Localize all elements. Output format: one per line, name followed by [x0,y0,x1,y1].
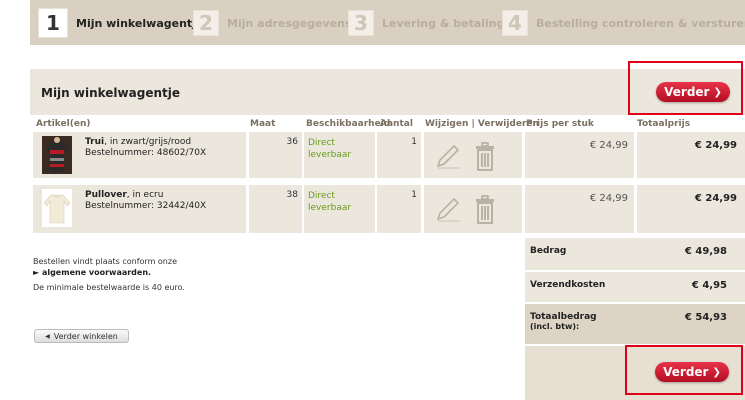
product-image-sweater[interactable] [42,136,72,174]
total-price-cell: € 24,99 [637,185,745,233]
total-price-cell: € 24,99 [637,132,745,178]
summary-amount: Bedrag € 49,98 [525,238,745,272]
page-title: Mijn winkelwagentje [41,86,180,100]
minimum-order-text: De minimale bestelwaarde is 40 euro. [33,283,185,292]
quantity-value: 1 [411,137,417,147]
unit-price: € 24,99 [589,193,628,204]
summary-total: Totaalbedrag (incl. btw): € 54,93 [525,302,745,344]
size-value: 36 [286,137,298,147]
chevron-left-icon: ◀ [45,332,50,340]
col-total-price: Totaalprijs [637,119,691,129]
terms-link[interactable]: ► algemene voorwaarden. [33,268,151,277]
step-number: 4 [502,10,528,36]
trash-icon[interactable] [474,142,496,172]
product-desc: , in ecru [126,190,164,200]
col-availability: Beschikbaarheid [306,119,391,129]
quantity-cell: 1 [377,132,421,178]
unit-price: € 24,99 [589,140,628,151]
continue-button-bottom[interactable]: Verder ❯ [655,362,729,382]
col-quantity: Aantal [380,119,413,129]
product-name[interactable]: Trui [85,137,104,147]
step-label: Levering & betaling [382,16,505,30]
order-number: Bestelnummer: 32442/40X [85,201,207,211]
amount-value: € 49,98 [684,246,727,257]
step-number: 2 [193,10,219,36]
edit-delete-cell [424,132,522,178]
step-number: 3 [348,10,374,36]
total-label-text: Totaalbedrag [530,312,597,322]
step-4: 4 Bestelling controleren & versturen [502,8,745,38]
availability-status: Direct leverbaar [308,137,368,161]
size-cell: 36 [249,132,302,178]
summary-shipping: Verzendkosten € 4,95 [525,270,745,302]
total-label: Totaalbedrag (incl. btw): [530,312,597,332]
step-number: 1 [38,8,68,38]
product-desc: , in zwart/grijs/rood [104,137,192,147]
availability-cell: Direct leverbaar [304,132,375,178]
chevron-right-icon: ❯ [712,366,721,378]
shipping-label: Verzendkosten [530,280,606,290]
col-article: Artikel(en) [36,119,91,129]
row-total: € 24,99 [694,140,737,151]
quantity-value: 1 [411,190,417,200]
product-name[interactable]: Pullover [85,190,127,200]
total-value: € 54,93 [684,312,727,323]
col-size: Maat [250,119,276,129]
availability-line-2: leverbaar [308,150,352,160]
amount-label: Bedrag [530,246,567,256]
quantity-cell: 1 [377,185,421,233]
col-edit-delete: Wijzigen | Verwijderen [425,119,539,129]
edit-delete-cell [424,185,522,233]
chevron-right-icon: ❯ [713,86,722,98]
trash-icon[interactable] [474,195,496,225]
continue-shopping-button[interactable]: ◀ Verder winkelen [34,329,129,343]
continue-shopping-label: Verder winkelen [53,331,118,341]
checkout-page: 1 Mijn winkelwagentje 2 Mijn adresgegeve… [0,0,745,400]
row-total: € 24,99 [694,193,737,204]
unit-price-cell: € 24,99 [525,132,634,178]
product-image-pullover[interactable] [42,189,72,227]
step-label: Mijn winkelwagentje [76,16,204,30]
step-1: 1 Mijn winkelwagentje [38,8,203,38]
availability-line-2: leverbaar [308,203,352,213]
step-2: 2 Mijn adresgegevens [193,8,352,38]
unit-price-cell: € 24,99 [525,185,634,233]
order-number: Bestelnummer: 48602/70X [85,148,207,158]
product-info: Trui, in zwart/grijs/rood Bestelnummer: … [85,137,206,159]
shipping-value: € 4,95 [691,280,727,291]
terms-text: Bestellen vindt plaats conform onze [33,257,177,266]
total-label-sub: (incl. btw): [530,322,580,331]
availability-cell: Direct leverbaar [304,185,375,233]
checkout-steps: 1 Mijn winkelwagentje 2 Mijn adresgegeve… [30,0,745,45]
col-unit-price: Prijs per stuk [526,119,594,129]
step-label: Bestelling controleren & versturen [536,16,745,30]
availability-line-1: Direct [308,191,335,201]
size-value: 38 [286,190,298,200]
article-cell: Pullover, in ecru Bestelnummer: 32442/40… [33,185,246,233]
availability-line-1: Direct [308,138,335,148]
step-label: Mijn adresgegevens [227,16,352,30]
pencil-icon[interactable] [434,195,462,223]
product-info: Pullover, in ecru Bestelnummer: 32442/40… [85,190,206,212]
continue-label: Verder [664,85,710,99]
availability-status: Direct leverbaar [308,190,368,214]
size-cell: 38 [249,185,302,233]
step-3: 3 Levering & betaling [348,8,505,38]
continue-label: Verder [663,365,709,379]
article-cell: Trui, in zwart/grijs/rood Bestelnummer: … [33,132,246,178]
pencil-icon[interactable] [434,142,462,170]
continue-button-top[interactable]: Verder ❯ [656,82,730,102]
